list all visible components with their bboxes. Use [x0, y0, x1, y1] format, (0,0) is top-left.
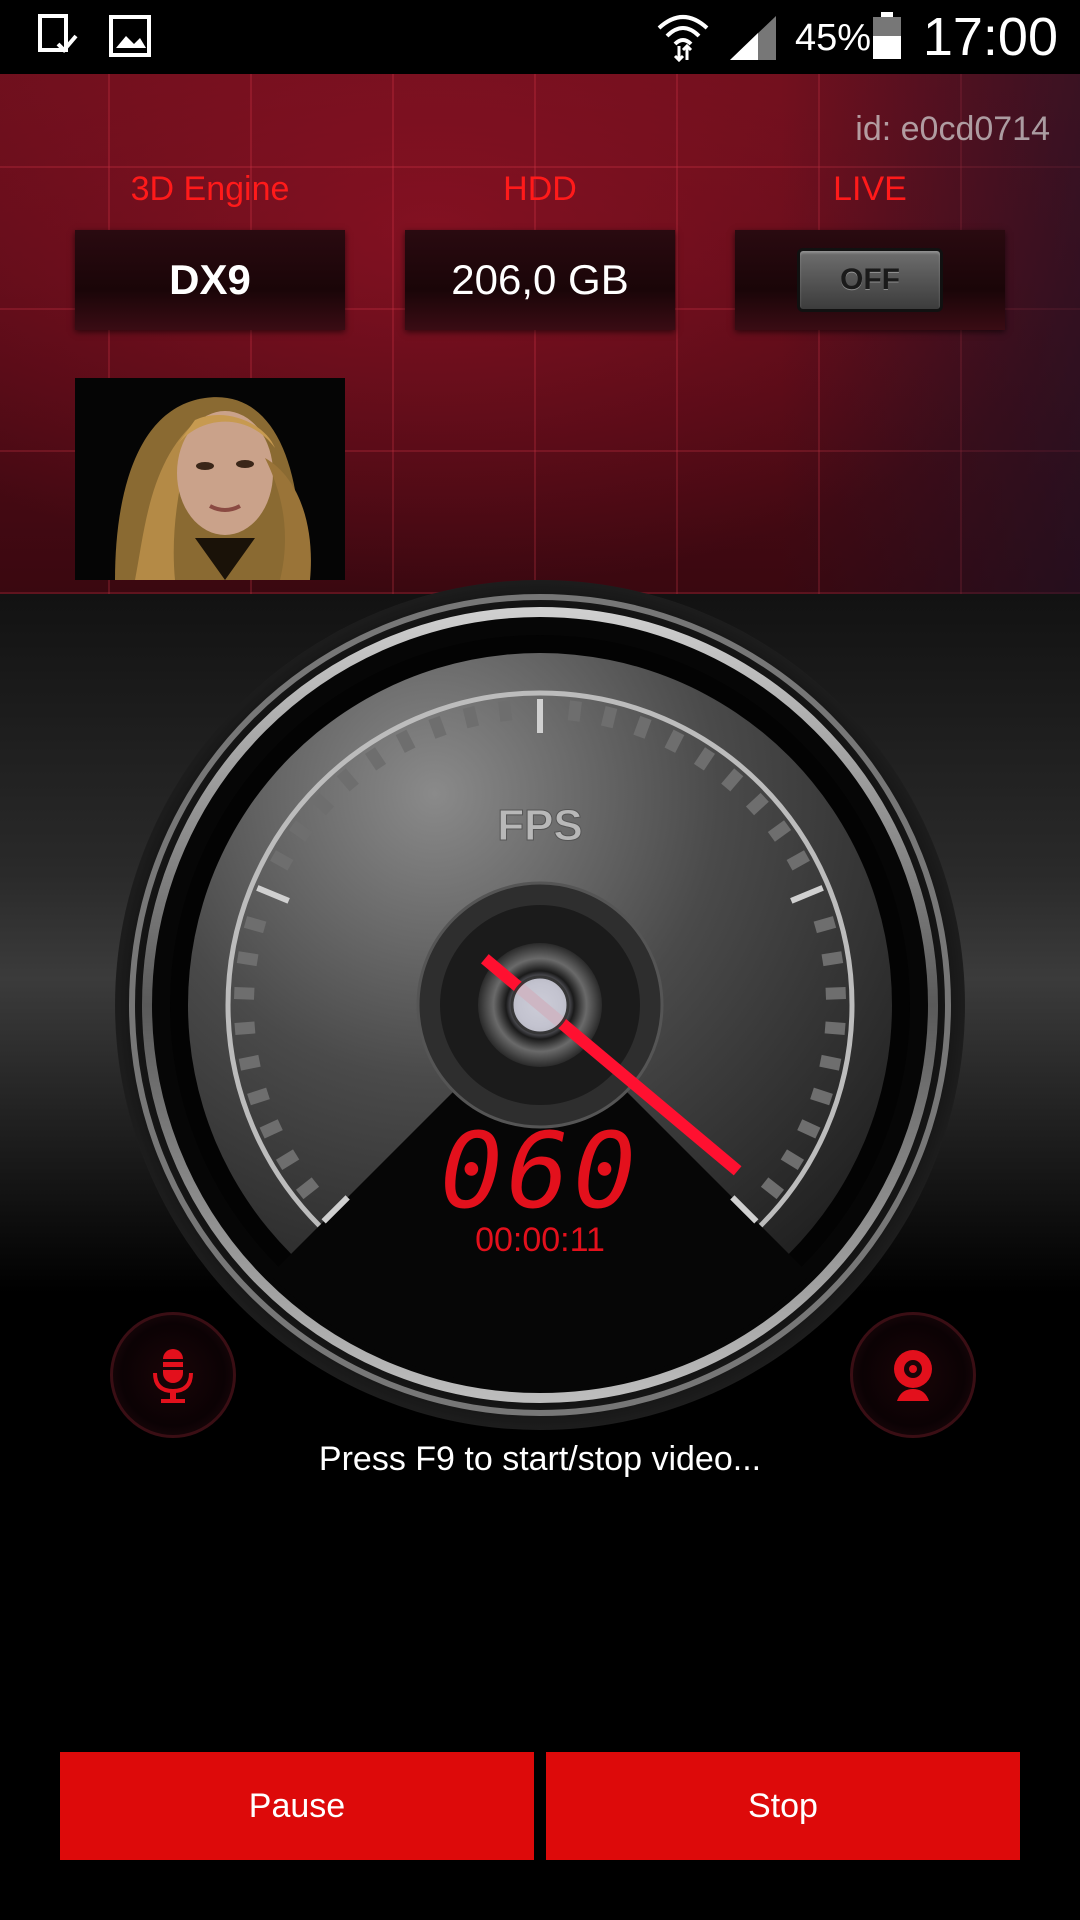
fps-gauge: FPS 060 00:00:11	[115, 580, 965, 1430]
live-box: OFF	[735, 230, 1005, 330]
gauge-minor-tick	[236, 951, 259, 967]
gauge-minor-tick	[810, 1087, 833, 1106]
microphone-icon	[153, 1349, 193, 1403]
gauge-minor-tick	[819, 1054, 842, 1071]
elapsed-time: 00:00:11	[475, 1221, 605, 1259]
gauge-minor-tick	[825, 986, 846, 1000]
gauge-minor-tick	[395, 729, 416, 753]
status-bar: 45% 17:00	[0, 0, 1080, 74]
hdd-value-box: 206,0 GB	[405, 230, 675, 330]
gauge-minor-tick	[270, 850, 294, 871]
wifi-icon	[655, 10, 711, 67]
hdd-value: 206,0 GB	[451, 256, 629, 303]
webcam-icon	[894, 1350, 932, 1401]
gauge-minor-tick	[234, 1021, 256, 1035]
image-icon	[108, 14, 152, 63]
gauge-minor-tick	[462, 706, 480, 729]
clock: 17:00	[922, 7, 1058, 67]
gauge-minor-tick	[234, 986, 255, 1000]
gauge-minor-tick	[600, 706, 618, 729]
engine-value: DX9	[169, 256, 251, 303]
gauge-title: FPS	[497, 801, 583, 850]
device-id: id: e0cd0714	[855, 110, 1050, 148]
gauge-minor-tick	[813, 916, 837, 934]
stop-button[interactable]: Stop	[546, 1752, 1020, 1860]
gauge-minor-tick	[238, 1054, 261, 1071]
gauge-minor-tick	[797, 1119, 821, 1139]
gauge-minor-tick	[567, 700, 582, 722]
gauge-minor-tick	[259, 1119, 283, 1139]
hdd-label: HDD	[503, 170, 577, 208]
gauge-minor-tick	[821, 951, 844, 967]
pause-button[interactable]: Pause	[60, 1752, 534, 1860]
gauge-minor-tick	[243, 916, 267, 934]
engine-value-box: DX9	[75, 230, 345, 330]
gauge-minor-tick	[633, 715, 652, 739]
webcam-button[interactable]	[850, 1312, 976, 1438]
gauge-minor-tick	[664, 729, 685, 753]
microphone-button[interactable]	[110, 1312, 236, 1438]
gauge-minor-tick	[786, 850, 810, 871]
battery-percent: 45%	[795, 17, 872, 59]
gauge-minor-tick	[247, 1087, 270, 1106]
header-panel: id: e0cd0714 3D Engine HDD LIVE DX9 206,…	[0, 74, 1080, 594]
gauge-minor-tick	[428, 715, 447, 739]
engine-label: 3D Engine	[130, 170, 290, 208]
hint-text: Press F9 to start/stop video...	[318, 1440, 762, 1478]
fps-readout: 060	[440, 1110, 640, 1232]
gauge-minor-tick	[498, 700, 513, 722]
device-check-icon	[36, 14, 80, 63]
live-toggle[interactable]: OFF	[797, 248, 943, 312]
battery-icon	[872, 12, 902, 65]
gauge-minor-tick	[824, 1021, 846, 1035]
signal-icon	[728, 14, 778, 67]
live-toggle-label: OFF	[840, 263, 900, 296]
live-label: LIVE	[833, 170, 907, 208]
avatar	[75, 378, 345, 580]
